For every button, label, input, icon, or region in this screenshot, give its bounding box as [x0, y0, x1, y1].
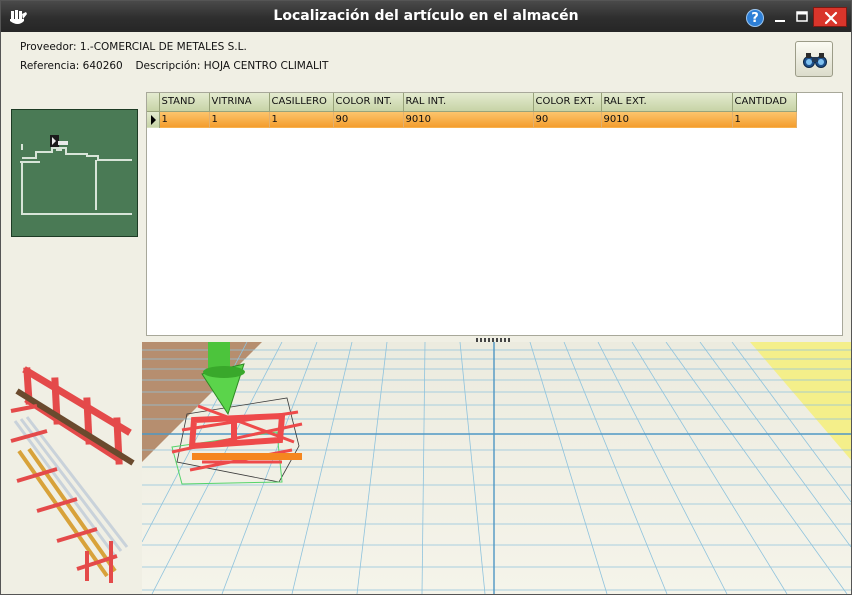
minimize-icon[interactable]: [772, 9, 788, 25]
location-table: STAND VITRINA CASILLERO COLOR INT. RAL I…: [147, 93, 797, 128]
column-header-ral-ext[interactable]: RAL EXT.: [601, 93, 733, 112]
column-header-color-ext[interactable]: COLOR EXT.: [533, 93, 602, 112]
column-header-color-int[interactable]: COLOR INT.: [333, 93, 404, 112]
location-grid[interactable]: STAND VITRINA CASILLERO COLOR INT. RAL I…: [146, 92, 843, 336]
reference-label: Referencia:: [20, 60, 80, 72]
row-indicator-header: [147, 93, 160, 112]
cell-color-int[interactable]: 90: [333, 111, 404, 128]
description-label: Descripción:: [135, 60, 201, 72]
column-header-casillero[interactable]: CASILLERO: [269, 93, 334, 112]
close-button[interactable]: [813, 7, 847, 27]
close-icon: [824, 11, 838, 25]
binoculars-icon: [803, 53, 827, 68]
warehouse-floor-scene: [141, 341, 852, 595]
title-bar[interactable]: Localización del artículo en el almacén …: [1, 1, 851, 32]
cell-casillero[interactable]: 1: [269, 111, 334, 128]
article-3d-preview: [7, 351, 137, 586]
warehouse-minimap[interactable]: [11, 109, 138, 237]
cell-ral-int[interactable]: 9010: [403, 111, 534, 128]
provider-value: 1.-COMERCIAL DE METALES S.L.: [79, 41, 247, 53]
cell-vitrina[interactable]: 1: [209, 111, 270, 128]
help-icon[interactable]: ?: [746, 9, 764, 27]
minimap-floorplan: [20, 135, 132, 215]
maximize-icon[interactable]: [794, 9, 810, 25]
column-header-cantidad[interactable]: CANTIDAD: [732, 93, 797, 112]
provider-label: Proveedor:: [20, 41, 77, 53]
rack-shelf: [192, 453, 302, 460]
column-header-stand[interactable]: STAND: [159, 93, 210, 112]
current-row-arrow-icon: [151, 114, 156, 125]
cell-color-ext[interactable]: 90: [533, 111, 602, 128]
window-title: Localización del artículo en el almacén: [273, 8, 579, 24]
cell-ral-ext[interactable]: 9010: [601, 111, 733, 128]
cell-cantidad[interactable]: 1: [732, 111, 797, 128]
warehouse-3d-view[interactable]: [141, 341, 852, 595]
reference-line: Referencia: 640260 Descripción: HOJA CEN…: [20, 60, 328, 72]
row-indicator: [147, 111, 160, 128]
cell-stand[interactable]: 1: [159, 111, 210, 128]
reference-value: 640260: [82, 60, 123, 72]
location-dialog: Localización del artículo en el almacén …: [0, 0, 852, 595]
table-row[interactable]: 1 1 1 90 9010 90 9010 1: [147, 111, 797, 128]
column-header-vitrina[interactable]: VITRINA: [209, 93, 270, 112]
search-location-button[interactable]: [795, 41, 833, 77]
profile-rack-image: [10, 366, 135, 583]
column-header-ral-int[interactable]: RAL INT.: [403, 93, 534, 112]
description-value: HOJA CENTRO CLIMALIT: [203, 60, 329, 72]
provider-line: Proveedor: 1.-COMERCIAL DE METALES S.L.: [20, 41, 247, 53]
table-header-row: STAND VITRINA CASILLERO COLOR INT. RAL I…: [147, 93, 797, 112]
